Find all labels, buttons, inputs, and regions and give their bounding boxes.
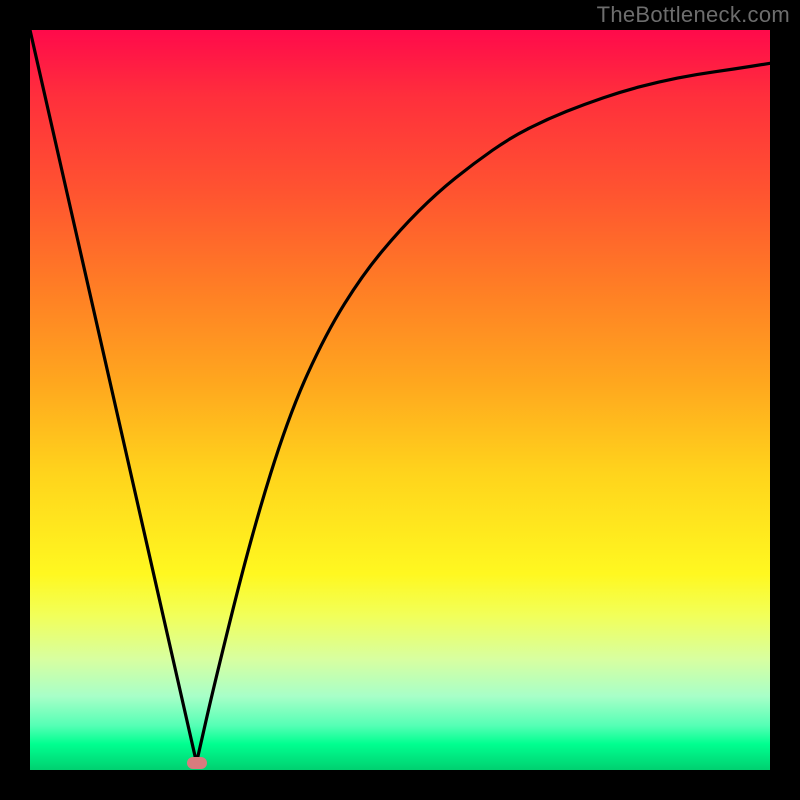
plot-area [30,30,770,770]
curve-svg [30,30,770,770]
bottleneck-curve-path [30,30,770,763]
attribution-text: TheBottleneck.com [597,2,790,28]
chart-frame: TheBottleneck.com [0,0,800,800]
optimum-marker [187,757,207,769]
